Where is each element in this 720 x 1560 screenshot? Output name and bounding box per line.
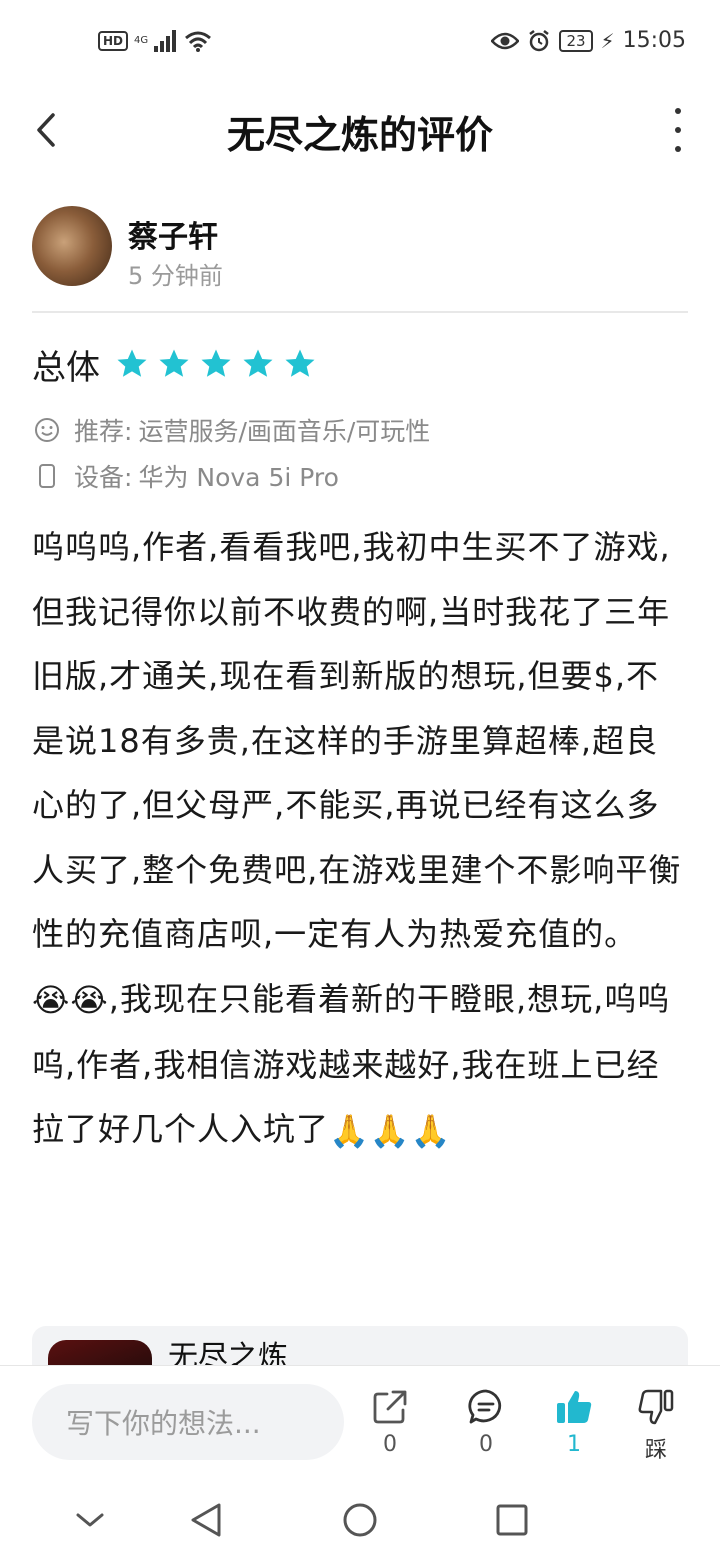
divider [32, 311, 688, 313]
avatar[interactable] [32, 206, 112, 286]
rating-label: 总体 [32, 347, 100, 388]
smile-icon [35, 418, 59, 442]
comment-count: 0 [479, 1432, 493, 1457]
wifi-icon [185, 31, 212, 52]
star-rating [116, 348, 316, 380]
star-icon [243, 349, 273, 377]
star-icon [159, 349, 189, 377]
nav-back-button[interactable] [182, 1496, 230, 1544]
more-dot-icon [675, 108, 681, 114]
network-type: 4G [134, 35, 149, 46]
dislike-label: 踩 [644, 1438, 667, 1463]
clock: 15:05 [622, 28, 686, 53]
nav-home-button[interactable] [336, 1496, 384, 1544]
charging-icon: ⚡ [600, 28, 615, 53]
like-button[interactable]: 1 [544, 1388, 604, 1457]
chevron-down-icon [76, 1513, 104, 1527]
battery-level: 23 [559, 29, 593, 52]
share-icon [373, 1390, 407, 1424]
system-nav-bar [0, 1476, 720, 1560]
more-dot-icon [675, 127, 681, 133]
phone-icon [39, 464, 55, 488]
star-icon [201, 349, 231, 377]
share-count: 0 [383, 1432, 397, 1457]
comment-input[interactable]: 写下你的想法... [32, 1384, 344, 1460]
like-count: 1 [567, 1432, 581, 1457]
more-dot-icon [675, 146, 681, 152]
comment-button[interactable]: 0 [456, 1388, 516, 1457]
rating-row: 总体 [32, 340, 316, 388]
thumbs-down-icon [638, 1389, 674, 1425]
review-text-part: 呜呜呜,作者,看看我吧,我初中生买不了游戏,但我记得你以前不收费的啊,当时我花了… [32, 528, 682, 953]
dislike-button[interactable]: 踩 [626, 1388, 686, 1464]
hd-badge: HD [98, 31, 129, 51]
more-options-button[interactable] [670, 108, 686, 152]
page-title: 无尽之炼的评价 [226, 113, 493, 157]
star-icon [117, 349, 147, 377]
device-label: 设备: [74, 463, 133, 492]
recommend-label: 推荐: [74, 417, 133, 446]
review-author: 蔡子轩 5 分钟前 [32, 206, 688, 290]
thumbs-up-icon [557, 1391, 592, 1423]
star-icon [285, 349, 315, 377]
eye-icon [491, 32, 520, 49]
nav-recents-button[interactable] [488, 1496, 536, 1544]
posted-time: 5 分钟前 [128, 262, 223, 290]
device-row: 设备: 华为 Nova 5i Pro [34, 458, 339, 494]
circle-home-icon [343, 1503, 377, 1537]
recommend-row: 推荐: 运营服务/画面音乐/可玩性 [34, 412, 430, 448]
review-text: 呜呜呜,作者,看看我吧,我初中生买不了游戏,但我记得你以前不收费的啊,当时我花了… [32, 515, 688, 1164]
comment-bubble-icon [468, 1389, 502, 1424]
alarm-icon [529, 29, 550, 51]
author-name[interactable]: 蔡子轩 [128, 212, 218, 256]
recommend-value: 运营服务/画面音乐/可玩性 [138, 417, 431, 446]
app-bar: 无尽之炼的评价 [0, 90, 720, 170]
share-button[interactable]: 0 [360, 1388, 420, 1457]
crying-emoji-icon: 😭😭 [32, 981, 109, 1020]
status-bar: HD 4G 23 ⚡ 15:05 [0, 0, 720, 90]
praying-hands-emoji-icon: 🙏🙏🙏 [329, 1112, 452, 1150]
bottom-action-bar: 写下你的想法... 0 0 1 踩 [0, 1365, 720, 1476]
cellular-signal-icon [154, 30, 177, 52]
device-value: 华为 Nova 5i Pro [138, 463, 339, 492]
triangle-back-icon [191, 1503, 221, 1537]
nav-collapse-button[interactable] [66, 1496, 114, 1544]
square-recents-icon [496, 1504, 528, 1536]
